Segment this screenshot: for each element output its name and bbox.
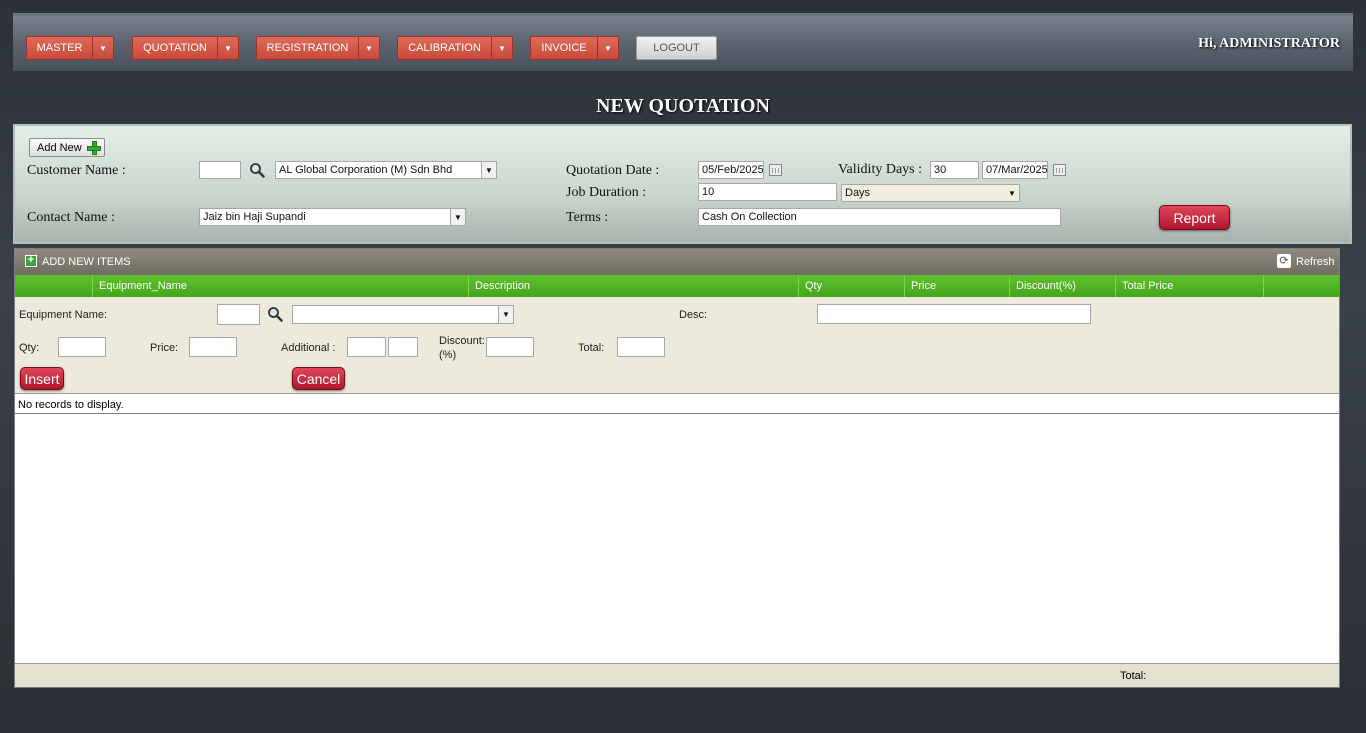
- chevron-down-icon[interactable]: ▼: [92, 37, 113, 59]
- column-header-price[interactable]: Price: [904, 275, 1009, 297]
- column-header-description[interactable]: Description: [468, 275, 798, 297]
- job-duration-unit-select[interactable]: Days ▼: [841, 184, 1020, 202]
- customer-name-label: Customer Name :: [27, 163, 126, 178]
- chevron-down-icon[interactable]: ▼: [1005, 185, 1019, 201]
- price-input[interactable]: [189, 337, 237, 357]
- nav-master-button[interactable]: MASTER ▼: [26, 36, 114, 60]
- page-title: NEW QUOTATION: [596, 95, 770, 117]
- chevron-down-icon[interactable]: ▼: [481, 162, 496, 178]
- nav-calibration-label: CALIBRATION: [408, 42, 481, 54]
- search-icon[interactable]: [267, 306, 283, 322]
- job-duration-unit-value: Days: [845, 187, 871, 199]
- discount-label-line2: (%): [439, 349, 457, 361]
- qty-input[interactable]: [58, 337, 106, 357]
- nav-quotation-button[interactable]: QUOTATION ▼: [132, 36, 239, 60]
- refresh-icon[interactable]: ⟳: [1277, 254, 1291, 268]
- customer-code-input[interactable]: [199, 161, 241, 179]
- customer-name-select[interactable]: AL Global Corporation (M) Sdn Bhd ▼: [275, 161, 497, 179]
- column-header-equipment-name[interactable]: Equipment_Name: [92, 275, 468, 297]
- job-duration-input[interactable]: 10: [698, 183, 837, 201]
- qty-label: Qty:: [19, 342, 40, 354]
- grid-header-row: Equipment_Name Description Qty Price Dis…: [15, 275, 1339, 297]
- chevron-down-icon[interactable]: ▼: [217, 37, 238, 59]
- job-duration-label: Job Duration :: [566, 185, 647, 200]
- total-input[interactable]: [617, 337, 665, 357]
- chevron-down-icon[interactable]: ▼: [597, 37, 618, 59]
- add-icon[interactable]: +: [25, 255, 37, 267]
- desc-input[interactable]: [817, 304, 1091, 324]
- desc-label: Desc:: [679, 309, 708, 321]
- nav-calibration-button[interactable]: CALIBRATION ▼: [397, 36, 513, 60]
- column-header-total-price[interactable]: Total Price: [1115, 275, 1264, 297]
- no-records-message: No records to display.: [15, 396, 1339, 414]
- equipment-name-label: Equipment Name:: [19, 309, 108, 321]
- top-nav-bar: MASTER ▼ QUOTATION ▼ REGISTRATION ▼ CALI…: [13, 13, 1353, 71]
- report-button[interactable]: Report: [1159, 205, 1230, 230]
- additional-input-1[interactable]: [347, 337, 386, 357]
- contact-name-select[interactable]: Jaiz bin Haji Supandi ▼: [199, 208, 466, 226]
- footer-total-label: Total:: [1120, 670, 1147, 682]
- validity-date-input[interactable]: 07/Mar/2025: [982, 161, 1048, 179]
- user-greeting: Hi, ADMINISTRATOR: [1198, 36, 1340, 51]
- price-label: Price:: [150, 342, 179, 354]
- column-header-discount[interactable]: Discount(%): [1009, 275, 1115, 297]
- contact-name-value: Jaiz bin Haji Supandi: [203, 211, 306, 223]
- terms-label: Terms :: [566, 210, 609, 225]
- equipment-name-select[interactable]: ▼: [292, 305, 514, 324]
- logout-button[interactable]: LOGOUT: [636, 36, 717, 60]
- discount-input[interactable]: [486, 337, 534, 357]
- add-new-label: Add New: [37, 141, 82, 154]
- calendar-icon[interactable]: [769, 164, 782, 176]
- total-label: Total:: [578, 342, 605, 354]
- nav-registration-button[interactable]: REGISTRATION ▼: [256, 36, 380, 60]
- chevron-down-icon[interactable]: ▼: [491, 37, 512, 59]
- terms-input[interactable]: Cash On Collection: [698, 208, 1061, 226]
- nav-invoice-label: INVOICE: [541, 42, 587, 54]
- nav-quotation-label: QUOTATION: [143, 42, 207, 54]
- chevron-down-icon[interactable]: ▼: [450, 209, 465, 225]
- grid-toolbar: + ADD NEW ITEMS ⟳ Refresh: [15, 249, 1339, 275]
- chevron-down-icon[interactable]: ▼: [498, 306, 513, 323]
- refresh-link[interactable]: Refresh: [1296, 256, 1335, 268]
- validity-days-input[interactable]: 30: [930, 161, 979, 179]
- insert-button[interactable]: Insert: [20, 367, 64, 390]
- equipment-code-input[interactable]: [217, 304, 260, 325]
- discount-label-line1: Discount:: [439, 335, 485, 347]
- calendar-icon[interactable]: [1053, 164, 1066, 176]
- additional-input-2[interactable]: [388, 337, 418, 357]
- validity-days-label: Validity Days :: [838, 162, 922, 177]
- additional-label: Additional :: [281, 342, 336, 354]
- item-edit-form: Equipment Name: ▼ Desc: Qty: Price: Addi…: [15, 297, 1339, 394]
- add-new-items-link[interactable]: ADD NEW ITEMS: [42, 256, 131, 268]
- quotation-items-grid: + ADD NEW ITEMS ⟳ Refresh Equipment_Name…: [14, 248, 1340, 688]
- cancel-button[interactable]: Cancel: [292, 367, 345, 390]
- quotation-date-input[interactable]: 05/Feb/2025: [698, 161, 764, 179]
- contact-name-label: Contact Name :: [27, 210, 115, 225]
- grid-footer: Total:: [15, 663, 1339, 687]
- nav-registration-label: REGISTRATION: [266, 42, 349, 54]
- column-header-qty[interactable]: Qty: [798, 275, 904, 297]
- add-new-button[interactable]: Add New: [29, 138, 105, 157]
- search-icon[interactable]: [249, 162, 265, 178]
- quotation-header-form: Add New Customer Name : AL Global Corpor…: [13, 124, 1352, 244]
- nav-master-label: MASTER: [36, 42, 83, 54]
- quotation-date-label: Quotation Date :: [566, 163, 660, 178]
- nav-invoice-button[interactable]: INVOICE ▼: [530, 36, 619, 60]
- plus-icon: [87, 140, 101, 155]
- customer-name-value: AL Global Corporation (M) Sdn Bhd: [279, 164, 453, 176]
- chevron-down-icon[interactable]: ▼: [358, 37, 379, 59]
